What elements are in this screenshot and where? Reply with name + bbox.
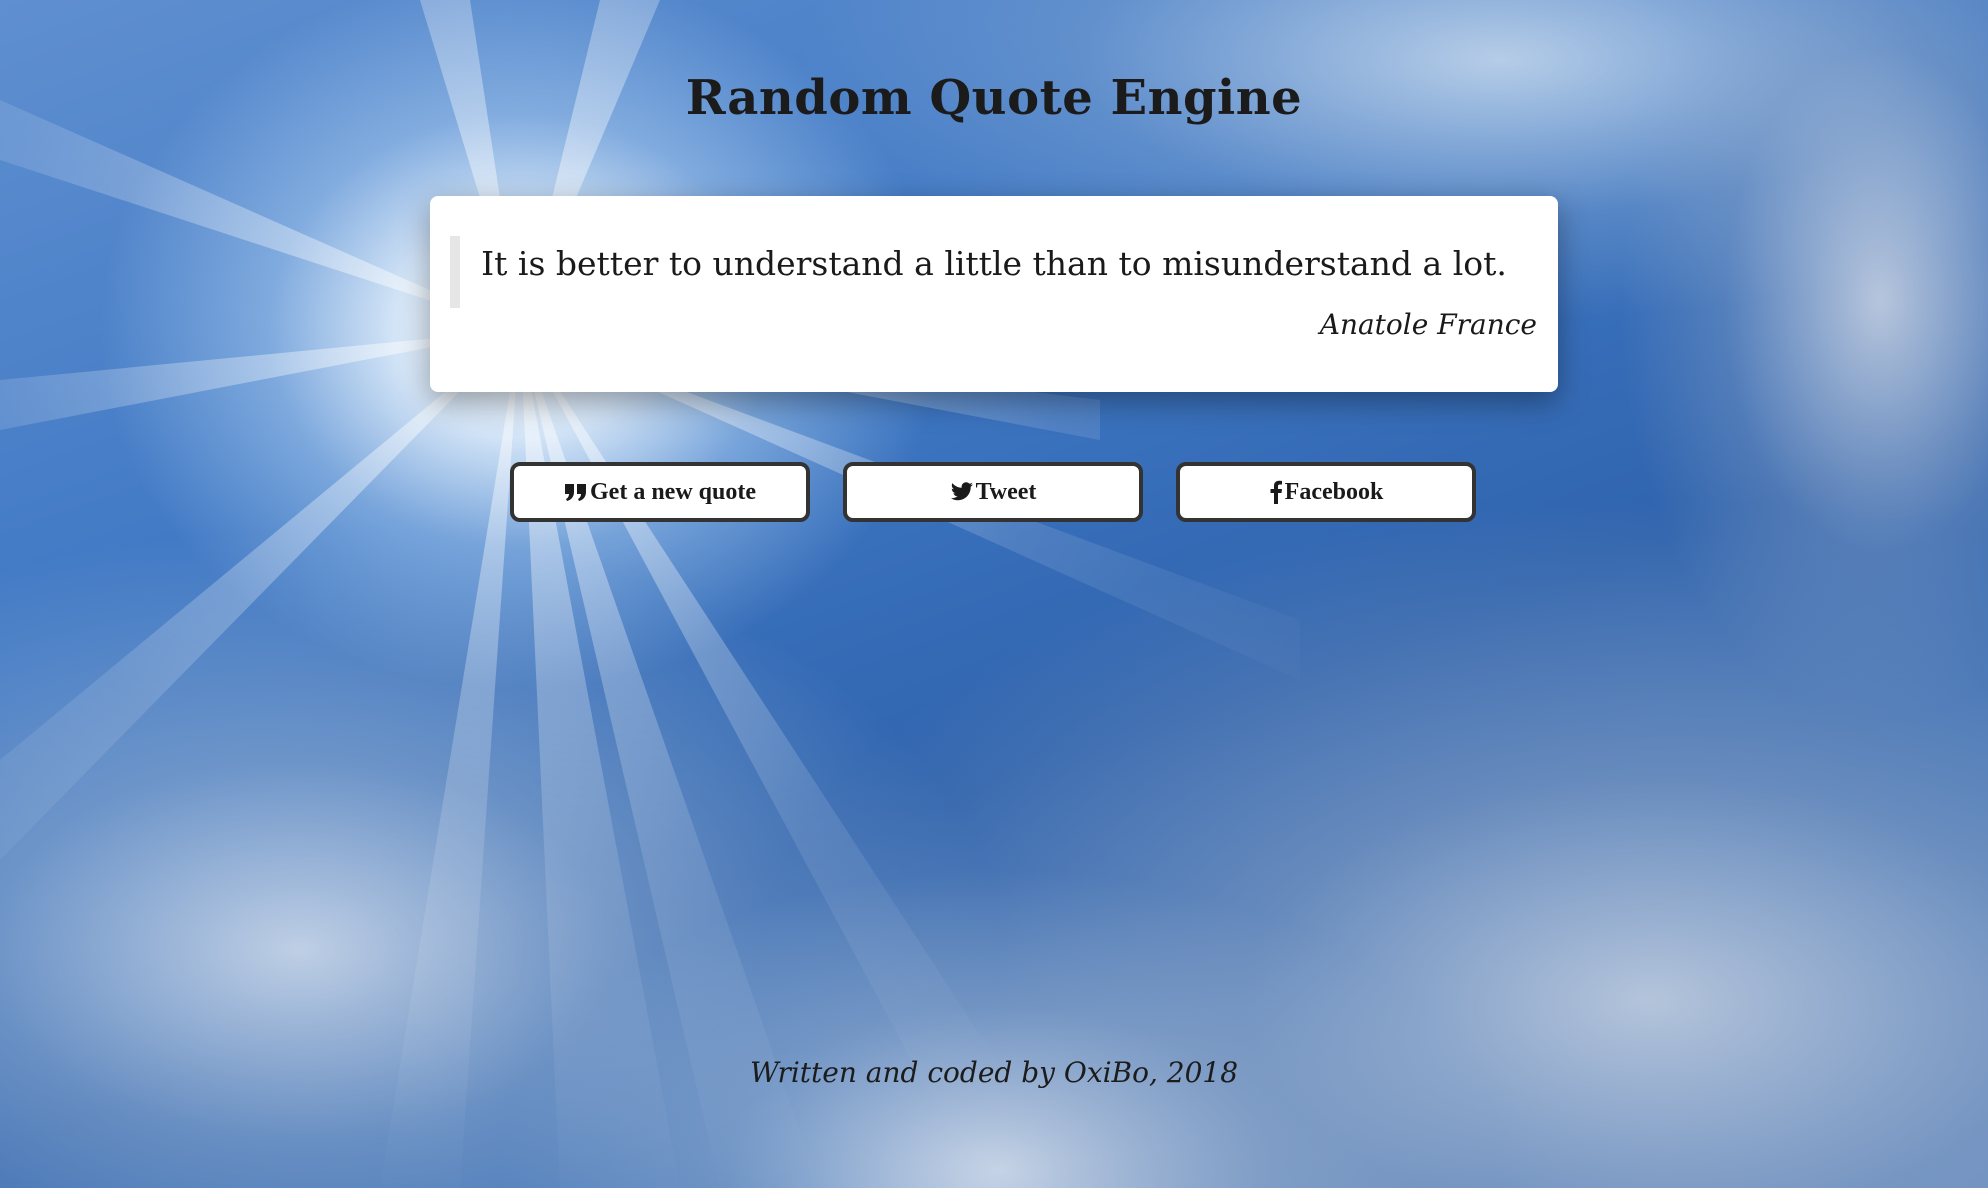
facebook-label: Facebook xyxy=(1284,478,1384,505)
new-quote-button[interactable]: Get a new quote xyxy=(510,462,810,522)
footer-credit: Written and coded by OxiBo, 2018 xyxy=(749,1056,1239,1089)
page-title: Random Quote Engine xyxy=(685,70,1303,126)
quote-card: It is better to understand a little than… xyxy=(430,196,1558,392)
quote-text: It is better to understand a little than… xyxy=(481,244,1507,283)
tweet-button[interactable]: Tweet xyxy=(843,462,1143,522)
quote-left-icon xyxy=(564,482,588,502)
quote-author: Anatole France xyxy=(1319,308,1537,341)
quote-accent-bar xyxy=(450,236,460,308)
new-quote-label: Get a new quote xyxy=(590,478,756,505)
facebook-button[interactable]: Facebook xyxy=(1176,462,1476,522)
sunburst-background xyxy=(0,0,1300,1188)
twitter-icon xyxy=(950,482,974,502)
facebook-icon xyxy=(1269,480,1283,504)
tweet-label: Tweet xyxy=(975,478,1037,505)
